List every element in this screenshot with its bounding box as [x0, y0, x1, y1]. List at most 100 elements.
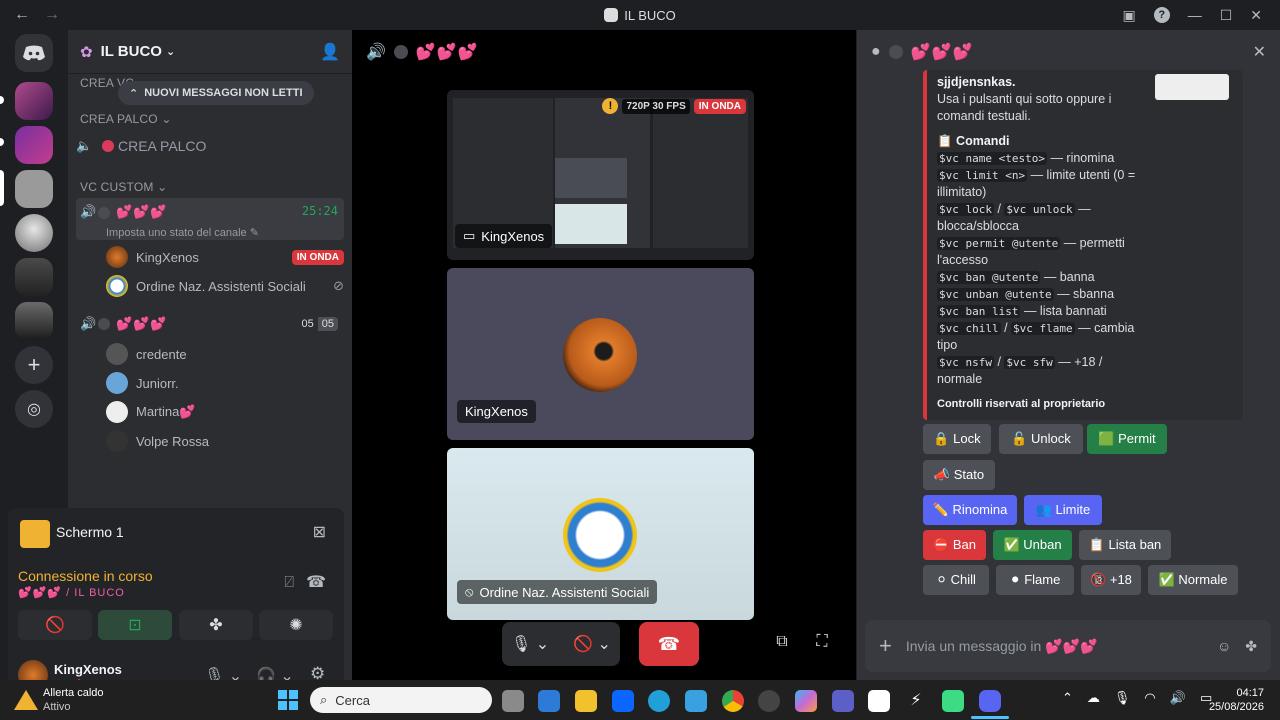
disconnect-icon[interactable]: ☎ — [306, 572, 326, 592]
channel-crea-palco[interactable]: 🔈 CREA PALCO — [76, 134, 344, 158]
server-avatar-2[interactable] — [15, 126, 53, 164]
fullscreen-button[interactable]: ⛶ — [810, 630, 834, 654]
call-mic-video-controls: 🎙 ⌄ 🚫 ⌄ — [502, 622, 620, 666]
chevron-up-icon[interactable]: ⌃ — [1062, 690, 1073, 706]
limite-button[interactable]: 👥 Limite — [1024, 495, 1102, 525]
channel-vc2[interactable]: 🔊 💕💕💕 05 05 — [76, 312, 344, 336]
back-arrow-icon[interactable]: ← — [14, 6, 30, 24]
copilot-icon[interactable] — [795, 690, 817, 712]
soundboard-button[interactable]: ✺ — [259, 610, 333, 640]
unban-button[interactable]: ✅ Unban — [993, 530, 1072, 560]
flame-button[interactable]: ⚫ Flame — [996, 565, 1074, 595]
camera-off-icon[interactable]: 🚫 ⌄ — [573, 634, 611, 654]
voice-member[interactable]: KingXenos IN ONDA — [106, 244, 344, 270]
participant-tile[interactable]: ⦸ Ordine Naz. Assistenti Sociali — [447, 448, 754, 620]
weather-icon[interactable] — [14, 686, 40, 712]
network-warning-icon[interactable]: ☁ — [1087, 690, 1100, 706]
chat-panel: ● 💕💕💕 ✕ sjjdjensnkas. Usa i pulsanti qui… — [856, 30, 1280, 680]
maximize-icon[interactable]: ☐ — [1220, 7, 1233, 24]
add-attachment-icon[interactable]: + — [879, 633, 892, 659]
tile-name: KingXenos — [465, 404, 528, 419]
stream-tile[interactable]: ! 720P 30 FPS IN ONDA ▭ KingXenos — [447, 90, 754, 260]
inbox-icon[interactable]: ▣ — [1122, 7, 1135, 24]
mic-tray-icon[interactable]: 🎙 — [1114, 690, 1131, 706]
rinomina-button[interactable]: ✏️ Rinomina — [923, 495, 1017, 525]
end-call-button[interactable]: ☎ — [639, 622, 699, 666]
noise-suppression-icon[interactable]: ⍁ — [284, 574, 294, 592]
voice-member[interactable]: Ordine Naz. Assistenti Sociali ⊘ — [106, 273, 344, 299]
amazon-icon[interactable] — [868, 690, 890, 712]
guild-header[interactable]: ✿ IL BUCO ⌄ 👤 — [68, 30, 352, 74]
volume-icon[interactable]: 🔊 — [1170, 690, 1186, 706]
hang-up-icon: ☎ — [657, 633, 681, 654]
emoji-icon[interactable]: ☺ — [1217, 638, 1231, 654]
ban-button[interactable]: ⛔ Ban — [923, 530, 986, 560]
voice-member[interactable]: Juniorr. — [106, 370, 344, 396]
channel-status-hint[interactable]: Imposta uno stato del canale ✎ — [106, 226, 259, 239]
dark-dot-icon — [98, 318, 110, 330]
message-input[interactable]: Invia un messaggio in 💕💕💕 — [906, 638, 1203, 655]
server-avatar-3[interactable] — [15, 214, 53, 252]
member-name: KingXenos — [136, 249, 199, 265]
chrome-icon[interactable] — [722, 690, 744, 712]
server-avatar-1[interactable] — [15, 82, 53, 120]
command-line: $vc unban @utente — sbanna — [937, 286, 1147, 303]
clock[interactable]: 04:17 25/08/2026 — [1209, 686, 1264, 714]
voice-member[interactable]: Martina💕 — [106, 399, 344, 425]
windows-start-icon[interactable] — [278, 690, 298, 710]
add-member-icon[interactable]: 👤 — [320, 42, 340, 62]
stato-button[interactable]: 📣 Stato — [923, 460, 995, 490]
file-explorer-icon[interactable] — [575, 690, 597, 712]
popout-button[interactable]: ⧉ — [770, 630, 794, 654]
screen-share-button[interactable]: ⊡ — [98, 610, 172, 640]
chill-button[interactable]: ⚪ Chill — [923, 565, 989, 595]
server-avatar-il-buco[interactable] — [15, 170, 53, 208]
member-name: Juniorr. — [136, 375, 179, 391]
store-icon[interactable] — [685, 690, 707, 712]
teams-icon[interactable] — [832, 690, 854, 712]
voice-member[interactable]: Volpe Rossa — [106, 428, 344, 454]
speedtest-icon[interactable] — [758, 690, 780, 712]
stop-stream-icon[interactable]: ⊠ — [313, 522, 326, 542]
close-chat-icon[interactable]: ✕ — [1253, 42, 1266, 62]
embed-intro: Usa i pulsanti qui sotto oppure i comand… — [937, 92, 1112, 123]
discover-button[interactable]: ◎ — [15, 390, 53, 428]
microphone-muted-icon: ⦸ — [465, 584, 474, 599]
normale-button[interactable]: ✅ Normale — [1148, 565, 1238, 595]
discord-taskbar-icon[interactable] — [979, 690, 1001, 712]
wifi-icon[interactable]: ◠ — [1144, 690, 1155, 706]
dark-dot-icon — [393, 45, 408, 59]
unread-messages-pill[interactable]: ⌃ NUOVI MESSAGGI NON LETTI — [118, 81, 314, 105]
microphone-icon[interactable]: 🎙 ⌄ — [511, 634, 549, 654]
video-toggle-button[interactable]: 🚫 — [18, 610, 92, 640]
search-box[interactable]: ⌕ Cerca — [310, 687, 492, 713]
participant-tile[interactable]: KingXenos — [447, 268, 754, 440]
minimize-icon[interactable]: — — [1188, 7, 1202, 23]
task-view-icon[interactable] — [502, 690, 524, 712]
lista-ban-button[interactable]: 📋 Lista ban — [1079, 530, 1171, 560]
permit-button[interactable]: 🟩 Permit — [1087, 424, 1167, 454]
search-icon: ⌕ — [320, 692, 328, 707]
unlock-button[interactable]: 🔓 Unlock — [999, 424, 1083, 454]
activities-button[interactable]: ✤ — [179, 610, 253, 640]
outlook-icon[interactable] — [538, 690, 560, 712]
discord-home-button[interactable] — [15, 34, 53, 72]
stream-preview-tile — [555, 158, 627, 198]
voice-member[interactable]: credente — [106, 341, 344, 367]
android-app-icon[interactable] — [942, 690, 964, 712]
forward-arrow-icon[interactable]: → — [44, 6, 60, 24]
add-server-button[interactable]: + — [15, 346, 53, 384]
plus18-button[interactable]: 🔞 +18 — [1081, 565, 1141, 595]
close-window-icon[interactable]: ✕ — [1250, 7, 1262, 24]
apps-icon[interactable]: ✤ — [1245, 638, 1257, 655]
edge-icon[interactable] — [648, 690, 670, 712]
category-crea-palco[interactable]: CREA PALCO ⌄ — [80, 112, 172, 126]
category-vc-custom[interactable]: VC CUSTOM ⌄ — [80, 180, 167, 194]
server-avatar-4[interactable] — [15, 258, 53, 296]
lock-button[interactable]: 🔒 Lock — [923, 424, 991, 454]
bolt-app-icon[interactable]: ⚡ — [905, 690, 927, 712]
help-icon[interactable]: ? — [1153, 7, 1170, 23]
member-name: Volpe Rossa — [136, 433, 209, 449]
dropbox-icon[interactable] — [612, 690, 634, 712]
server-avatar-5[interactable] — [15, 302, 53, 340]
